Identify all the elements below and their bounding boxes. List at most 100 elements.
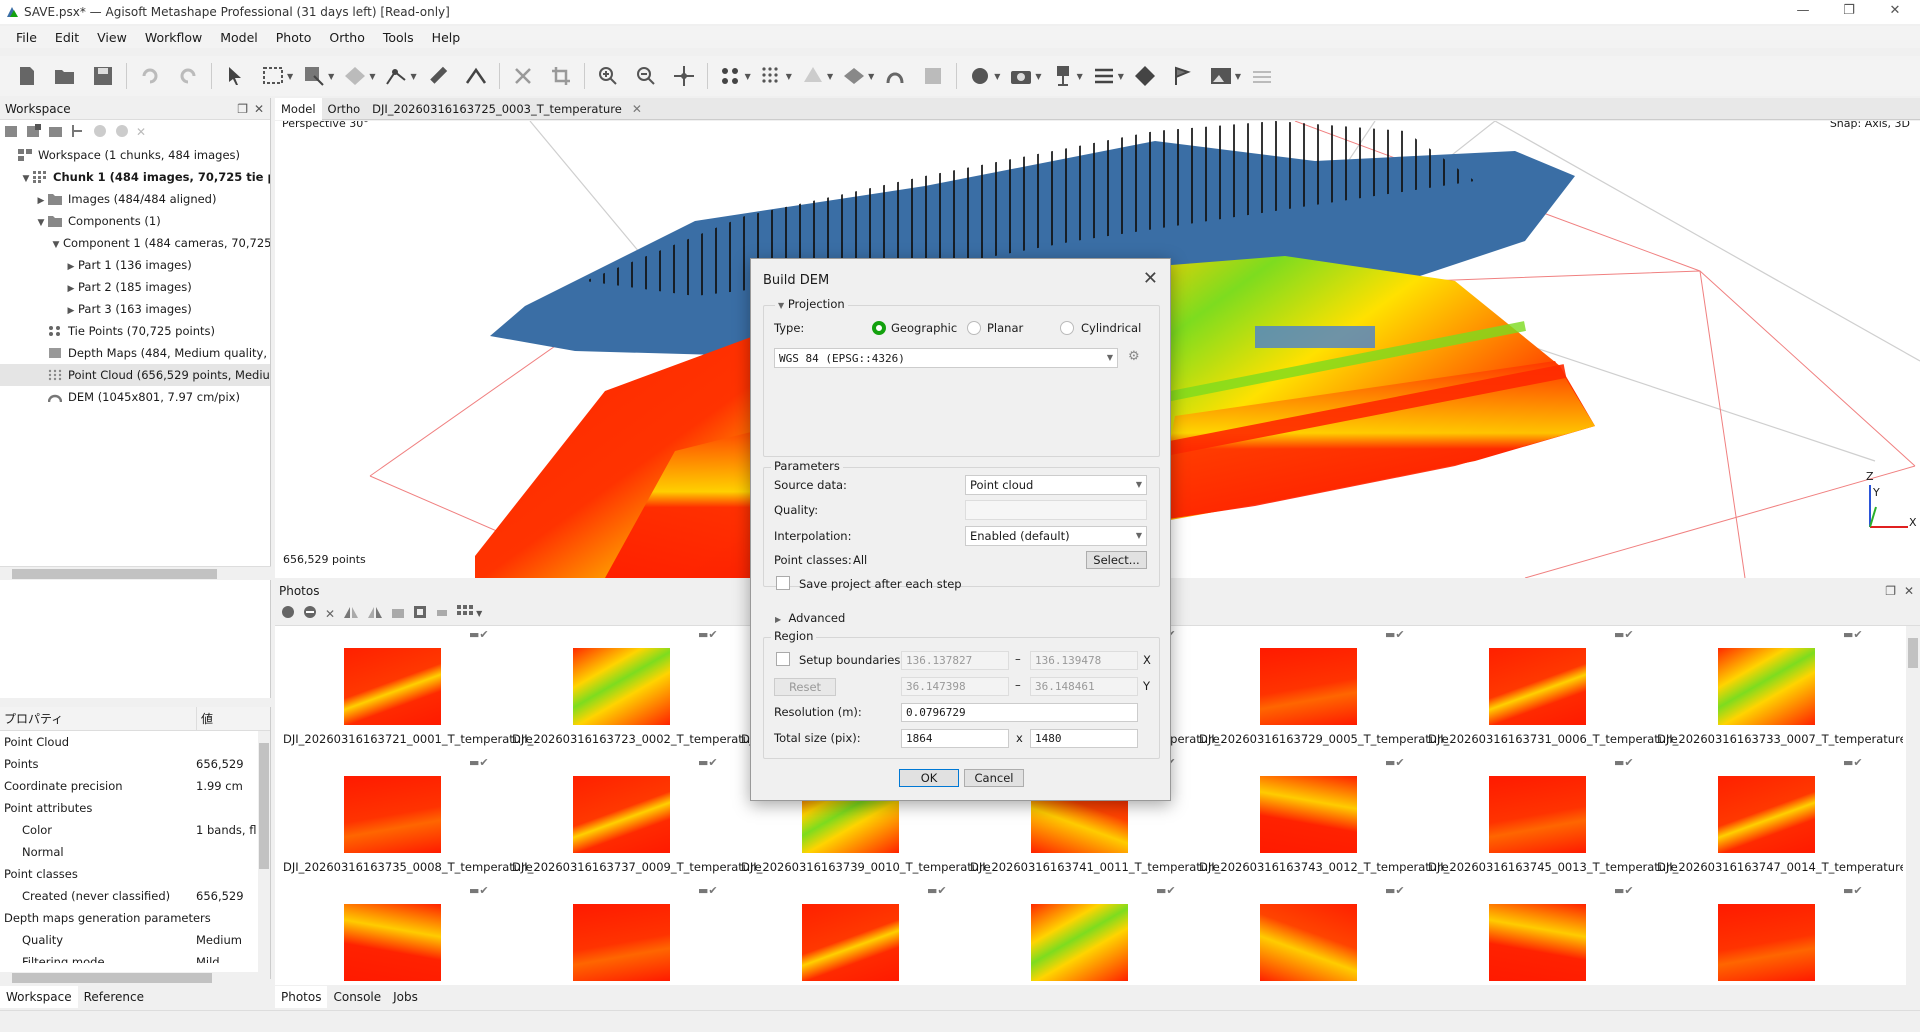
show-points-icon[interactable] (718, 63, 744, 89)
expand-right-icon[interactable]: ▶ (64, 278, 78, 298)
source-data-select[interactable]: Point cloud ▼ (965, 475, 1147, 495)
property-row[interactable]: Point classes (0, 863, 270, 885)
show-region-icon[interactable] (1132, 63, 1158, 89)
property-row[interactable]: Points 656,529 (0, 753, 270, 775)
expand-down-icon[interactable]: ▼ (34, 212, 48, 232)
photo-thumbnail[interactable]: ▬✔ DJI_20260316163747_0014_T_temperature (1657, 754, 1903, 882)
crop-selection-icon[interactable] (548, 63, 574, 89)
tab-photo[interactable]: DJI_20260316163725_0003_T_temperature (366, 98, 628, 120)
radio-geographic[interactable] (872, 321, 886, 335)
setup-boundaries-checkbox[interactable] (776, 652, 790, 666)
property-row[interactable]: Filtering mode Mild (0, 951, 270, 963)
property-row[interactable]: Quality Medium (0, 929, 270, 951)
tab-model[interactable]: Model (275, 97, 322, 120)
property-row[interactable]: Normal (0, 841, 270, 863)
menu-ortho[interactable]: Ortho (329, 30, 364, 45)
resolution-field[interactable]: 0.0796729 (901, 703, 1138, 722)
menu-tools[interactable]: Tools (383, 30, 414, 45)
disable-cameras-icon[interactable] (303, 605, 317, 622)
tree-item[interactable]: Tie Points (70,725 points) (0, 320, 270, 342)
enable-cameras-icon[interactable] (281, 605, 295, 622)
menu-model[interactable]: Model (220, 30, 258, 45)
zoom-in-icon[interactable] (595, 63, 621, 89)
remove-items-icon[interactable]: ✕ (136, 125, 146, 139)
property-row[interactable]: Point attributes (0, 797, 270, 819)
radio-planar[interactable] (967, 321, 981, 335)
new-project-icon[interactable] (14, 63, 40, 89)
close-panel-icon[interactable]: ✕ (254, 98, 264, 120)
tab-photos[interactable]: Photos (275, 986, 328, 1008)
quality-select[interactable] (965, 500, 1147, 520)
total-width-field[interactable]: 1864 (901, 729, 1009, 748)
rotate-object-icon[interactable] (342, 63, 368, 89)
show-images-icon[interactable] (1208, 63, 1234, 89)
dem-view-icon[interactable] (920, 63, 946, 89)
minimize-button[interactable]: — (1780, 0, 1826, 24)
rotate-left-icon[interactable] (343, 605, 359, 622)
model-shaded-icon[interactable] (800, 63, 826, 89)
open-project-icon[interactable] (52, 63, 78, 89)
reset-region-button[interactable]: Reset (774, 678, 836, 696)
photo-thumbnail[interactable]: ▬✔ (970, 882, 1199, 985)
draw-polyline-icon[interactable] (383, 63, 409, 89)
add-photos-icon[interactable] (26, 123, 42, 142)
cameras-icon[interactable] (1008, 63, 1034, 89)
add-folder-icon[interactable] (48, 123, 64, 142)
menu-file[interactable]: File (16, 30, 37, 45)
close-photos-icon[interactable]: ✕ (1904, 580, 1914, 602)
tab-jobs[interactable]: Jobs (387, 986, 424, 1008)
interpolation-select[interactable]: Enabled (default) ▼ (965, 526, 1147, 546)
enable-icon[interactable] (92, 123, 108, 142)
tab-reference[interactable]: Reference (78, 986, 150, 1008)
show-shapes-icon[interactable] (1249, 63, 1275, 89)
expand-right-icon[interactable]: ▶ (64, 300, 78, 320)
select-classes-button[interactable]: Select... (1086, 551, 1147, 569)
menu-edit[interactable]: Edit (55, 30, 79, 45)
photo-thumbnail[interactable]: ▬✔ (283, 882, 512, 985)
vertical-scrollbar[interactable] (258, 731, 270, 979)
photo-thumbnail[interactable]: ▬✔ (512, 882, 741, 985)
texture-icon[interactable] (882, 63, 908, 89)
float-photos-icon[interactable]: ❐ (1885, 580, 1896, 602)
reset-filter-icon[interactable] (413, 605, 427, 622)
measure-angle-icon[interactable] (463, 63, 489, 89)
tree-item[interactable]: ▼ Components (1) (0, 210, 270, 232)
expand-down-icon[interactable]: ▼ (49, 234, 63, 254)
mask-icon[interactable] (435, 605, 449, 622)
resize-region-icon[interactable] (301, 63, 327, 89)
photos-scrollbar[interactable] (1906, 626, 1920, 985)
crs-settings-icon[interactable]: ⚙ (1128, 349, 1140, 364)
filter-photos-icon[interactable] (391, 605, 405, 622)
tree-item[interactable]: Workspace (1 chunks, 484 images) (0, 144, 270, 166)
radio-cylindrical[interactable] (1060, 321, 1074, 335)
delete-selection-icon[interactable] (510, 63, 536, 89)
tree-item[interactable]: ▶ Part 3 (163 images) (0, 298, 270, 320)
move-icon[interactable] (671, 63, 697, 89)
expand-down-icon[interactable]: ▼ (19, 168, 33, 188)
disable-icon[interactable] (114, 123, 130, 142)
y-min-field[interactable]: 36.147398 (901, 677, 1009, 696)
x-min-field[interactable]: 136.137827 (901, 651, 1009, 670)
close-window-button[interactable]: ✕ (1872, 0, 1918, 24)
photo-thumbnail[interactable]: ▬✔ DJI_20260316163729_0005_T_temperature (1199, 626, 1449, 754)
advanced-group-label[interactable]: ▶ Advanced (775, 611, 845, 625)
tiled-model-icon[interactable] (841, 63, 867, 89)
rotate-right-icon[interactable] (367, 605, 383, 622)
photo-thumbnail[interactable]: ▬✔ DJI_20260316163733_0007_T_temperature (1657, 626, 1903, 754)
navigation-cursor-icon[interactable] (222, 63, 248, 89)
property-row[interactable]: Color 1 bands, flo (0, 819, 270, 841)
tree-item[interactable]: ▶ Part 2 (185 images) (0, 276, 270, 298)
properties-horizontal-scrollbar[interactable] (0, 972, 258, 984)
crs-select[interactable]: WGS 84 (EPSG::4326) ▼ (774, 348, 1118, 368)
tree-item[interactable]: Depth Maps (484, Medium quality, Milc (0, 342, 270, 364)
property-row[interactable]: Created (never classified) 656,529 (0, 885, 270, 907)
photo-thumbnail[interactable]: ▬✔ DJI_20260316163737_0009_T_temperature (512, 754, 762, 882)
tree-item[interactable]: DEM (1045x801, 7.97 cm/pix) (0, 386, 270, 408)
dialog-close-button[interactable]: ✕ (1143, 268, 1158, 289)
photo-thumbnail[interactable]: ▬✔ DJI_20260316163731_0006_T_temperature (1428, 626, 1678, 754)
float-panel-icon[interactable]: ❐ (237, 98, 248, 120)
ok-button[interactable]: OK (899, 769, 959, 787)
photo-thumbnail[interactable]: ▬✔ DJI_20260316163743_0012_T_temperature (1199, 754, 1449, 882)
property-row[interactable]: Point Cloud (0, 731, 270, 753)
add-chunk-icon[interactable] (4, 123, 20, 142)
